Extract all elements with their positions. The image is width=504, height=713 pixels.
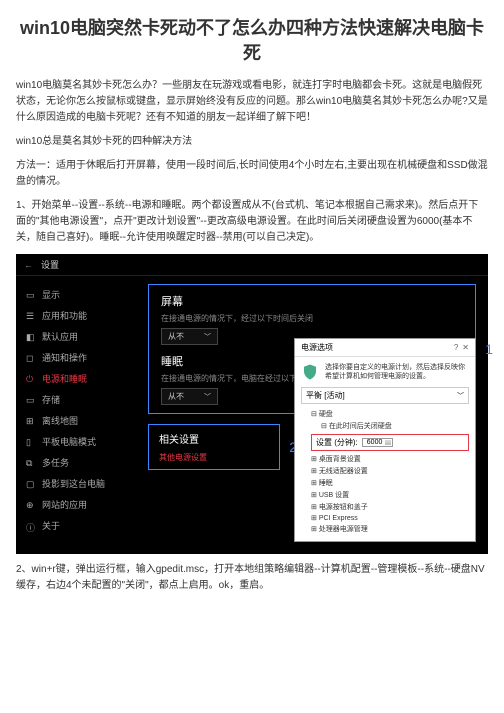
settings-tree: ⊟ 硬盘 ⊟ 在此时间后关闭硬盘 设置 (分钟): 6000 ⊞ 桌面背景设置 …	[311, 408, 469, 535]
chevron-down-icon: ﹀	[204, 332, 211, 342]
sidebar-item-tablet[interactable]: ▯平板电脑模式	[16, 431, 126, 452]
screen-section-sub: 在接通电源的情况下，经过以下时间后关闭	[161, 313, 463, 324]
settings-sidebar: ▭显示 ☰应用和功能 ◧默认应用 ◻通知和操作 ⏻电源和睡眠 ▭存储 ⊞离线地图…	[16, 278, 126, 554]
bell-icon: ◻	[26, 353, 36, 363]
sidebar-item-power[interactable]: ⏻电源和睡眠	[16, 368, 126, 389]
close-icon[interactable]: ✕	[462, 343, 469, 352]
map-icon: ⊞	[26, 416, 36, 426]
tree-item[interactable]: ⊞ 无线适配器设置	[311, 465, 469, 477]
dialog-message: 选择你要自定义的电源计划，然后选择反映你希望计算机如何管理电源的设置。	[325, 363, 469, 381]
intro-paragraph: win10电脑莫名其妙卡死怎么办？一些朋友在玩游戏或看电影，就连打字时电脑都会卡…	[16, 78, 488, 126]
help-icon[interactable]: ?	[454, 343, 458, 352]
tree-item-disk[interactable]: ⊟ 硬盘	[311, 408, 469, 420]
web-icon: ⊕	[26, 500, 36, 510]
method1-title: 方法一：适用于休眠后打开屏幕，使用一段时间后,长时间使用4个小时左右,主要出现在…	[16, 158, 488, 190]
dialog-title-text: 电源选项	[301, 342, 333, 353]
minutes-spinner[interactable]: 6000	[362, 438, 394, 447]
callout-number-1: 1	[485, 341, 493, 357]
page-title: win10电脑突然卡死动不了怎么办四种方法快速解决电脑卡死	[16, 16, 488, 66]
related-settings-title: 相关设置	[159, 431, 269, 446]
sidebar-item-web-apps[interactable]: ⊕网站的应用	[16, 494, 126, 515]
default-icon: ◧	[26, 332, 36, 342]
sidebar-item-display[interactable]: ▭显示	[16, 284, 126, 305]
tree-item[interactable]: ⊞ 桌面背景设置	[311, 453, 469, 465]
tree-item[interactable]: ⊞ USB 设置	[311, 489, 469, 501]
window-title: 设置	[41, 258, 59, 271]
highlight-box-2: 相关设置 其他电源设置 2	[148, 424, 280, 470]
display-icon: ▭	[26, 290, 36, 300]
tree-item[interactable]: ⊞ 处理器电源管理	[311, 523, 469, 535]
screen-section-title: 屏幕	[161, 293, 463, 309]
sidebar-item-about[interactable]: ⓘ关于	[16, 515, 126, 536]
chevron-down-icon: ﹀	[457, 391, 464, 401]
sidebar-item-project[interactable]: ▢投影到这台电脑	[16, 473, 126, 494]
project-icon: ▢	[26, 479, 36, 489]
sidebar-item-default-apps[interactable]: ◧默认应用	[16, 326, 126, 347]
tree-item[interactable]: ⊞ PCI Express	[311, 513, 469, 523]
method2-body: 2、win+r键，弹出运行框，输入gpedit.msc，打开本地组策略编辑器--…	[16, 562, 488, 594]
sidebar-item-maps[interactable]: ⊞离线地图	[16, 410, 126, 431]
disk-timeout-setting: 设置 (分钟): 6000	[311, 434, 469, 451]
other-power-settings-link[interactable]: 其他电源设置	[159, 452, 269, 463]
sidebar-item-notifications[interactable]: ◻通知和操作	[16, 347, 126, 368]
tree-item-disk-off[interactable]: ⊟ 在此时间后关闭硬盘	[321, 420, 469, 432]
info-icon: ⓘ	[26, 521, 36, 531]
back-icon[interactable]: ←	[24, 260, 33, 270]
sidebar-item-apps[interactable]: ☰应用和功能	[16, 305, 126, 326]
sidebar-item-multitask[interactable]: ⧉多任务	[16, 452, 126, 473]
multitask-icon: ⧉	[26, 458, 36, 468]
tree-item[interactable]: ⊞ 睡眠	[311, 477, 469, 489]
tablet-icon: ▯	[26, 437, 36, 447]
method1-body: 1、开始菜单--设置--系统--电源和睡眠。两个都设置成从不(台式机、笔记本根据…	[16, 198, 488, 246]
dialog-titlebar: 电源选项 ? ✕	[295, 339, 475, 357]
screen-timeout-dropdown[interactable]: 从不 ﹀	[161, 328, 218, 345]
shield-icon	[301, 363, 319, 381]
sleep-timeout-dropdown[interactable]: 从不 ﹀	[161, 388, 218, 405]
tree-item[interactable]: ⊞ 电源按钮和盖子	[311, 501, 469, 513]
window-titlebar: ← 设置	[16, 254, 488, 276]
settings-screenshot: ← 设置 ▭显示 ☰应用和功能 ◧默认应用 ◻通知和操作 ⏻电源和睡眠 ▭存储 …	[16, 254, 488, 554]
power-options-dialog: 电源选项 ? ✕ 选择你要自定义的电源计划，然后选择反映你希望计算机如何管理电源…	[294, 338, 476, 542]
storage-icon: ▭	[26, 395, 36, 405]
sidebar-item-storage[interactable]: ▭存储	[16, 389, 126, 410]
power-icon: ⏻	[26, 374, 36, 384]
apps-icon: ☰	[26, 311, 36, 321]
power-plan-dropdown[interactable]: 平衡 [活动] ﹀	[301, 387, 469, 404]
subtitle: win10总是莫名其妙卡死的四种解决方法	[16, 134, 488, 150]
chevron-down-icon: ﹀	[204, 392, 211, 402]
